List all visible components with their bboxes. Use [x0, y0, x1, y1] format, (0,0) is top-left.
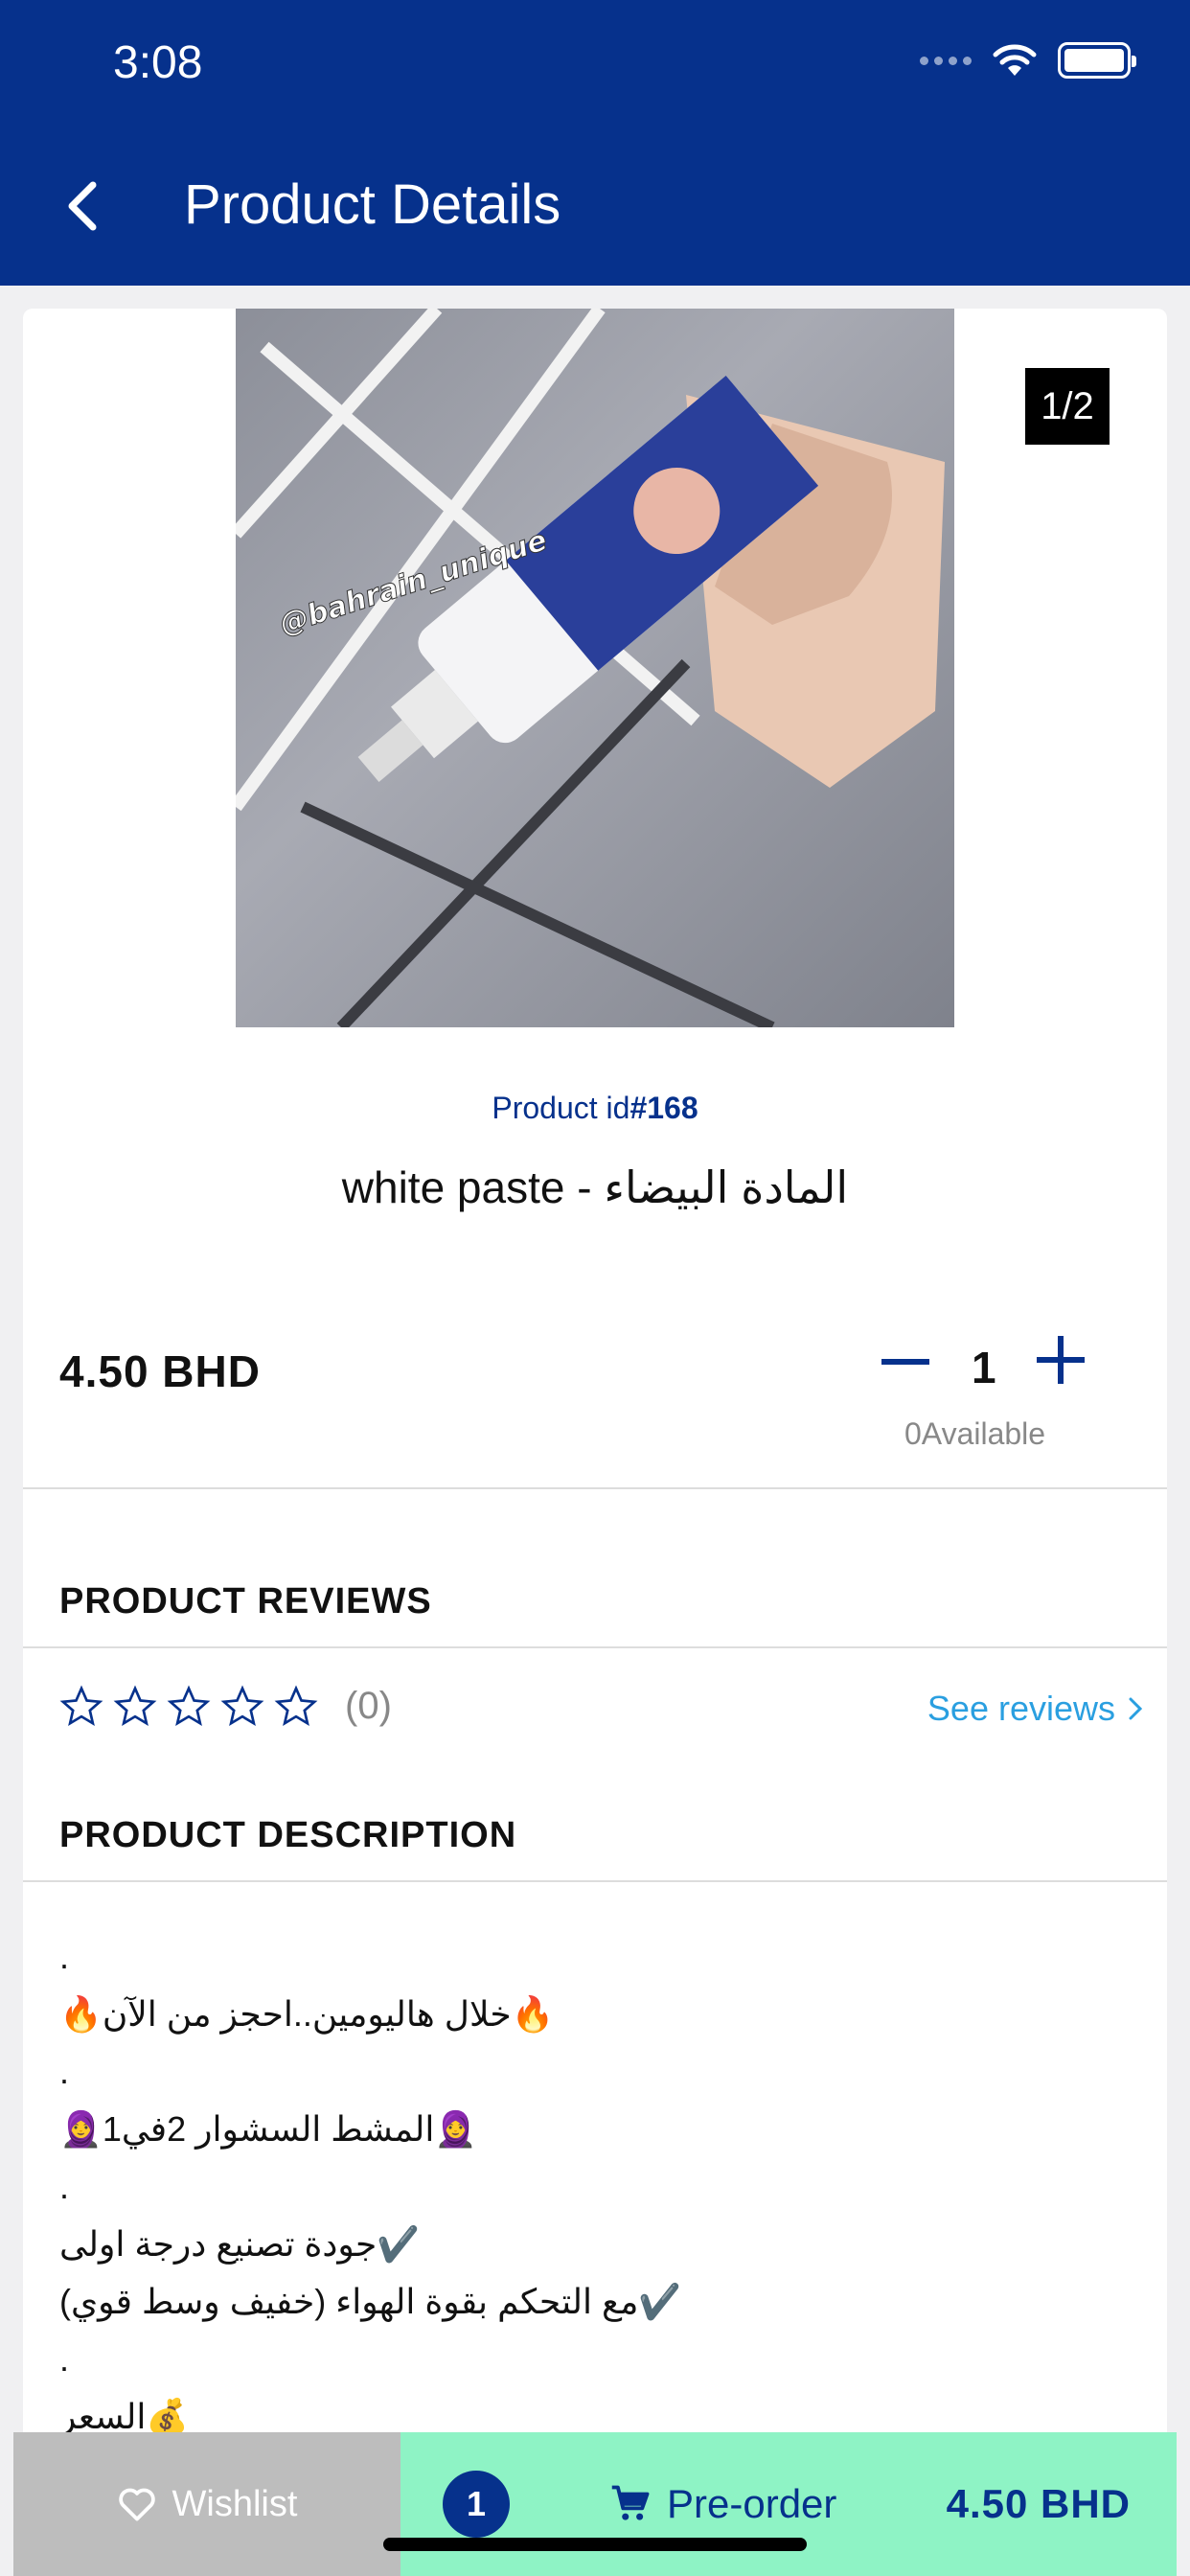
cart-count-badge[interactable]: 1 [443, 2471, 510, 2538]
description-line: ✔️مع التحكم بقوة الهواء (خفيف وسط قوي) [59, 2282, 682, 2321]
reviews-section-title: PRODUCT REVIEWS [59, 1581, 432, 1622]
wishlist-button[interactable]: Wishlist [13, 2432, 400, 2576]
battery-icon [1058, 42, 1136, 79]
preorder-area: 1 Pre-order 4.50 BHD [400, 2432, 1177, 2576]
product-description: . 🔥خلال هاليومين..احجز من الآن🔥 . 🧕المشط… [59, 1928, 1133, 2446]
product-id-label: Product id [492, 1091, 630, 1125]
preorder-button[interactable]: Pre-order [609, 2471, 836, 2538]
product-details-screen: 3:08 Product Details @bahrain_unique 1/2… [0, 0, 1190, 2576]
rating-stars [59, 1685, 318, 1729]
star-outline-icon [113, 1685, 157, 1727]
description-line: . [59, 2167, 70, 2206]
quantity-decrease-button[interactable] [881, 1359, 929, 1365]
description-line: . [59, 2339, 70, 2379]
product-photo: @bahrain_unique [236, 309, 945, 1027]
home-indicator[interactable] [383, 2538, 807, 2551]
product-card: @bahrain_unique 1/2 Product id#168 white… [23, 309, 1167, 2576]
page-title: Product Details [184, 173, 561, 236]
quantity-value: 1 [972, 1343, 996, 1392]
bottom-action-bar: Wishlist 1 Pre-order 4.50 BHD [13, 2432, 1177, 2576]
preorder-label: Pre-order [667, 2481, 837, 2526]
product-name: white paste - المادة البيضاء [341, 1162, 849, 1212]
status-icons [920, 42, 1136, 79]
description-line: 🧕المشط السشوار 2في1🧕 [59, 2109, 478, 2149]
app-header: 3:08 Product Details [0, 0, 1190, 286]
star-outline-icon [274, 1685, 318, 1727]
description-line: ✔️جودة تصنيع درجة اولى [59, 2224, 421, 2264]
cart-icon [611, 2485, 650, 2520]
see-reviews-link[interactable]: See reviews [927, 1689, 1142, 1729]
star-outline-icon [167, 1685, 211, 1727]
back-button[interactable] [48, 172, 115, 240]
description-line: 🔥خلال هاليومين..احجز من الآن🔥 [59, 1994, 555, 2034]
star-outline-icon [59, 1685, 103, 1727]
quantity-increase-button[interactable] [1037, 1336, 1085, 1384]
status-time: 3:08 [113, 37, 203, 88]
see-reviews-label: See reviews [927, 1689, 1115, 1728]
description-line: . [59, 1937, 70, 1976]
divider [23, 1880, 1167, 1882]
divider [23, 1487, 1167, 1489]
product-image[interactable]: @bahrain_unique [236, 309, 954, 1027]
product-price: 4.50 BHD [59, 1346, 261, 1396]
signal-icon [920, 56, 972, 65]
description-line: . [59, 2052, 70, 2091]
heart-outline-icon [118, 2488, 155, 2521]
description-section-title: PRODUCT DESCRIPTION [59, 1815, 517, 1855]
chevron-left-icon [68, 181, 97, 231]
wifi-icon [993, 44, 1037, 76]
divider [23, 1646, 1167, 1648]
product-id-value: #168 [629, 1091, 698, 1125]
review-count: (0) [345, 1685, 392, 1727]
wishlist-label: Wishlist [172, 2483, 298, 2524]
image-counter: 1/2 [1025, 368, 1110, 445]
bottom-price: 4.50 BHD [946, 2481, 1131, 2526]
star-outline-icon [220, 1685, 264, 1727]
product-id: Product id#168 [23, 1091, 1167, 1126]
availability-text: 0Available [904, 1416, 1046, 1451]
chevron-right-icon [1129, 1697, 1142, 1720]
